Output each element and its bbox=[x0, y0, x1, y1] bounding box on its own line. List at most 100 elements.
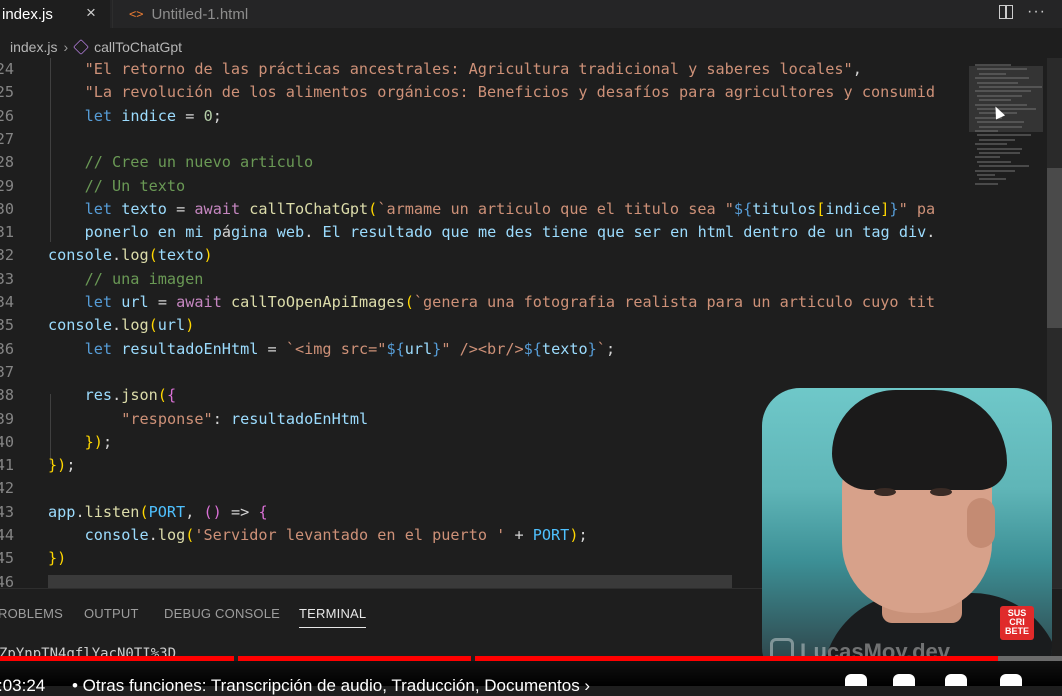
minimap-line bbox=[977, 134, 1031, 137]
minimap-line bbox=[977, 160, 1012, 163]
line-number: 35 bbox=[0, 316, 14, 335]
video-chapter-title[interactable]: • Otras funciones: Transcripción de audi… bbox=[72, 676, 590, 696]
webcam-overlay: LucasMoy.dev SUS CRI BETE bbox=[762, 388, 1052, 678]
minimap-line bbox=[979, 138, 1015, 141]
code-line[interactable]: 46 bbox=[0, 571, 14, 588]
tab-problems[interactable]: ROBLEMS bbox=[0, 606, 63, 621]
code-line[interactable]: 34 let url = await callToOpenApiImages(`… bbox=[0, 291, 935, 314]
minimap-line bbox=[977, 147, 1022, 150]
code-text: console.log(texto) bbox=[48, 246, 213, 265]
line-number: 29 bbox=[0, 176, 14, 195]
line-number: 24 bbox=[0, 60, 14, 78]
code-line[interactable]: 45}) bbox=[0, 547, 66, 570]
line-number: 32 bbox=[0, 246, 14, 265]
tab-untitled-html[interactable]: <> Untitled-1.html bbox=[112, 0, 293, 28]
tab-debug-console[interactable]: DEBUG CONSOLE bbox=[164, 606, 280, 621]
code-line[interactable]: 39 "response": resultadoEnHtml bbox=[0, 408, 368, 431]
code-text: console.log(url) bbox=[48, 316, 195, 335]
code-line[interactable]: 37 bbox=[0, 361, 14, 384]
close-icon[interactable]: × bbox=[86, 3, 96, 23]
code-line[interactable]: 35 console.log(url) bbox=[0, 314, 194, 337]
minimap-line bbox=[975, 90, 1031, 93]
code-text: // Un texto bbox=[84, 176, 186, 195]
editor-actions: ··· bbox=[999, 3, 1046, 21]
minimap-line bbox=[977, 121, 1024, 124]
line-number: 42 bbox=[0, 479, 14, 498]
code-text: res.json({ bbox=[84, 386, 177, 405]
minimap-line bbox=[975, 64, 1011, 66]
minimap-line bbox=[977, 174, 995, 176]
code-line[interactable]: 43 app.listen(PORT, () => { bbox=[0, 501, 268, 524]
subscribe-badge[interactable]: SUS CRI BETE bbox=[1000, 606, 1034, 640]
scrollbar-thumb[interactable] bbox=[1047, 168, 1062, 328]
code-text: let texto = await callToChatGpt(`armame … bbox=[84, 199, 936, 218]
tab-label: Untitled-1.html bbox=[151, 5, 249, 23]
code-line[interactable]: 44 console.log('Servidor levantado en el… bbox=[0, 524, 588, 547]
line-number: 27 bbox=[0, 129, 14, 148]
code-line[interactable]: 29 // Un texto bbox=[0, 175, 185, 198]
code-text: "La revolución de los alimentos orgánico… bbox=[84, 83, 935, 102]
minimap-line bbox=[975, 77, 1029, 80]
minimap-line bbox=[979, 99, 1011, 102]
split-editor-icon[interactable] bbox=[999, 5, 1014, 19]
tab-index-js[interactable]: index.js × bbox=[0, 0, 110, 28]
code-line[interactable]: 40 }); bbox=[0, 431, 112, 454]
video-time: :03:24 bbox=[0, 676, 46, 695]
code-line[interactable]: 25 "La revolución de los alimentos orgán… bbox=[0, 81, 935, 104]
line-number: 43 bbox=[0, 502, 14, 521]
code-text: "El retorno de las prácticas ancestrales… bbox=[84, 60, 862, 78]
minimap-line bbox=[979, 178, 1006, 181]
line-number: 38 bbox=[0, 386, 14, 405]
minimap-line bbox=[975, 130, 998, 132]
line-number: 34 bbox=[0, 293, 14, 311]
tab-terminal[interactable]: TERMINAL bbox=[299, 606, 367, 628]
code-text: let url = await callToOpenApiImages(`gen… bbox=[84, 293, 936, 311]
presenter-eye bbox=[930, 488, 952, 496]
code-text: }) bbox=[48, 549, 67, 568]
line-number: 26 bbox=[0, 106, 14, 125]
breadcrumb-file[interactable]: index.js bbox=[10, 39, 57, 55]
autoplay-toggle-icon[interactable] bbox=[845, 674, 867, 686]
horizontal-scrollbar[interactable] bbox=[48, 575, 732, 588]
code-line[interactable]: 36 let resultadoEnHtml = `<img src="${ur… bbox=[0, 338, 615, 361]
minimap-line bbox=[979, 165, 1029, 168]
code-line[interactable]: 31 ponerlo en mi página web. El resultad… bbox=[0, 221, 935, 244]
minimap-line bbox=[979, 125, 1023, 128]
code-line[interactable]: 41}); bbox=[0, 454, 75, 477]
code-line[interactable]: 26 let indice = 0; bbox=[0, 105, 222, 128]
code-line[interactable]: 27 bbox=[0, 128, 14, 151]
more-actions-icon[interactable]: ··· bbox=[1027, 3, 1046, 21]
code-line[interactable]: 28 // Cree un nuevo articulo bbox=[0, 151, 313, 174]
line-number: 36 bbox=[0, 339, 14, 358]
tab-output[interactable]: OUTPUT bbox=[84, 606, 139, 621]
code-line[interactable]: 30 let texto = await callToChatGpt(`arma… bbox=[0, 198, 935, 221]
minimap-line bbox=[975, 103, 1028, 106]
code-text: }); bbox=[48, 456, 76, 475]
subtitles-icon[interactable] bbox=[893, 674, 915, 686]
breadcrumb-symbol[interactable]: callToChatGpt bbox=[94, 39, 182, 55]
line-number: 45 bbox=[0, 549, 14, 568]
minimap-line bbox=[979, 152, 1020, 154]
code-text: // Cree un nuevo articulo bbox=[84, 153, 314, 172]
breadcrumb: index.js › callToChatGpt bbox=[0, 36, 182, 58]
minimap-line bbox=[975, 143, 1007, 146]
line-number: 33 bbox=[0, 269, 14, 288]
settings-gear-icon[interactable] bbox=[945, 674, 967, 686]
line-number: 28 bbox=[0, 153, 14, 172]
minimap-line bbox=[979, 86, 1042, 88]
code-line[interactable]: 24 "El retorno de las prácticas ancestra… bbox=[0, 58, 862, 81]
line-number: 31 bbox=[0, 223, 14, 242]
code-line[interactable]: 32 console.log(texto) bbox=[0, 244, 213, 267]
presenter-ear bbox=[967, 498, 995, 548]
miniplayer-icon[interactable] bbox=[1000, 674, 1022, 686]
presenter-hair bbox=[832, 390, 1007, 490]
code-line[interactable]: 33 // una imagen bbox=[0, 268, 203, 291]
html-code-icon: <> bbox=[129, 7, 144, 21]
code-text: let indice = 0; bbox=[84, 106, 222, 125]
code-line[interactable]: 38 res.json({ bbox=[0, 384, 176, 407]
code-text: console.log('Servidor levantado en el pu… bbox=[84, 526, 588, 544]
code-line[interactable]: 42 bbox=[0, 477, 14, 500]
symbol-method-icon bbox=[73, 39, 90, 55]
code-text: }); bbox=[84, 432, 113, 451]
code-text: app.listen(PORT, () => { bbox=[48, 502, 268, 521]
